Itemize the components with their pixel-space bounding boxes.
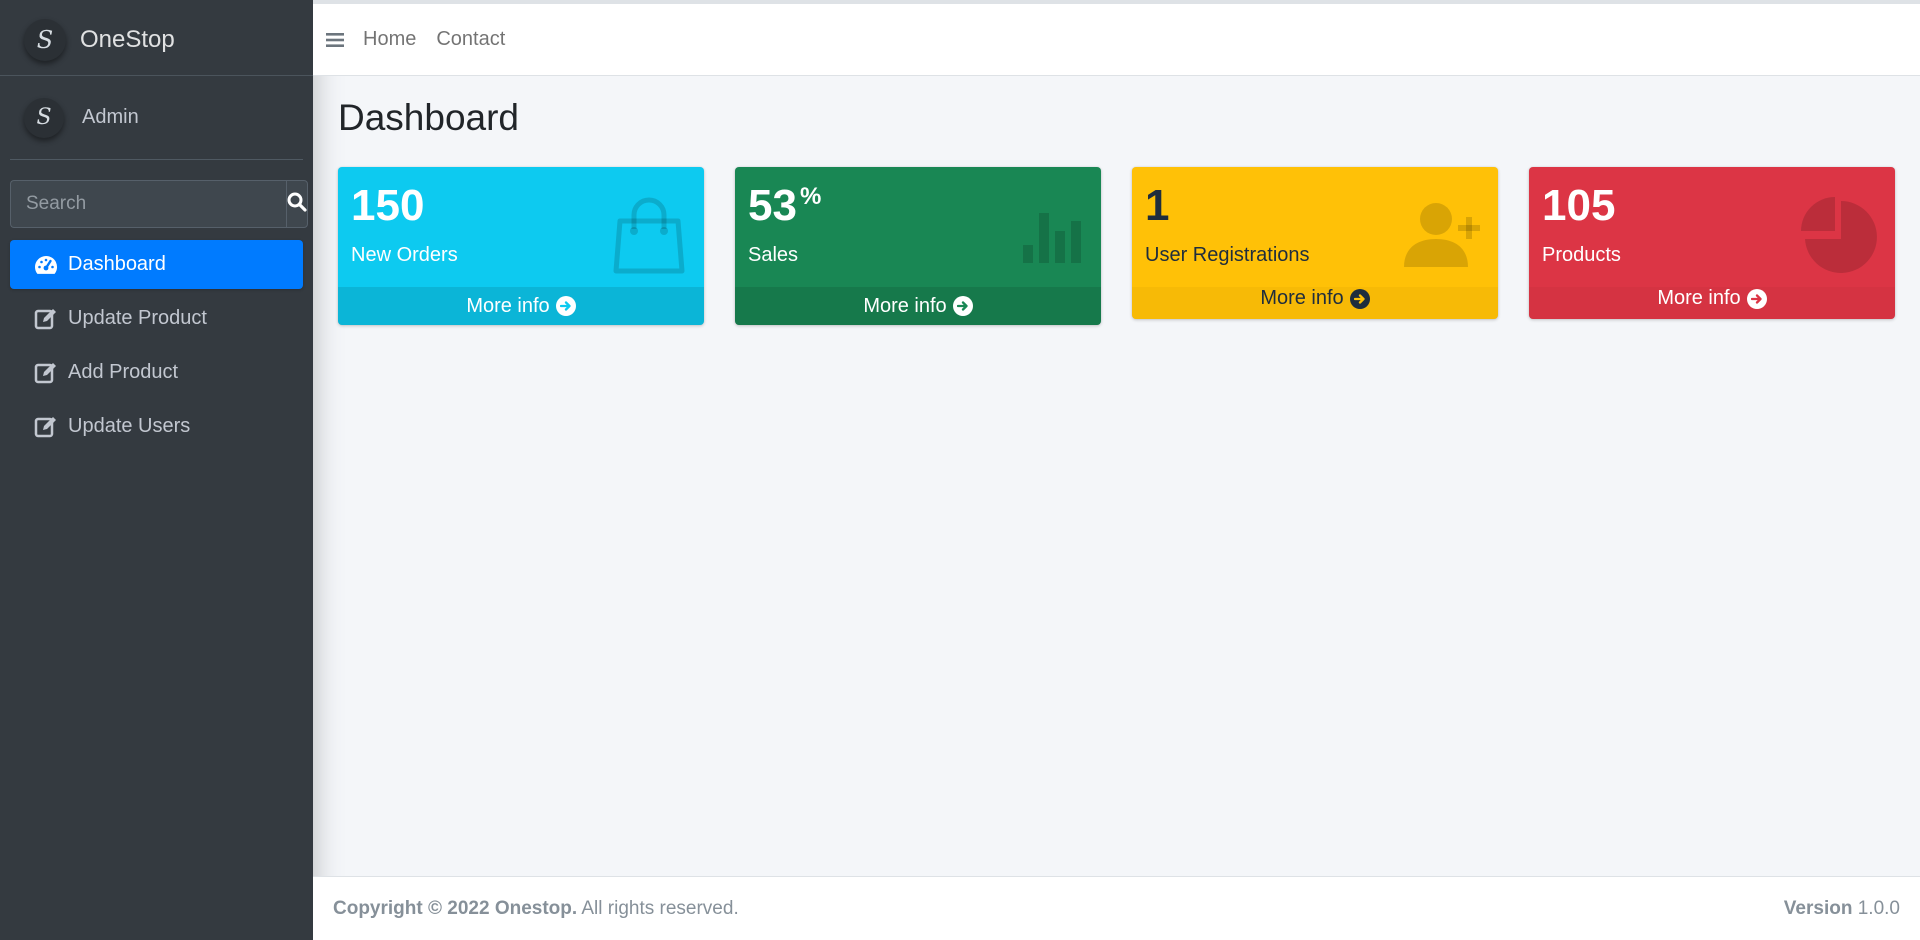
sidebar-search	[10, 180, 308, 228]
nav-link-home[interactable]: Home	[363, 28, 416, 51]
sidebar-item-update-users[interactable]: Update Users	[10, 402, 303, 451]
brand-logo-glyph: S	[36, 26, 54, 54]
avatar-glyph: S	[36, 105, 52, 130]
more-info-label: More info	[466, 294, 550, 317]
edit-icon	[34, 307, 60, 331]
page-title: Dashboard	[338, 97, 520, 138]
sidebar-item-label: Update Product	[68, 307, 207, 329]
sidebar-item-dashboard[interactable]: Dashboard	[10, 240, 303, 289]
tachometer-icon	[34, 253, 60, 277]
sidebar-item-update-product[interactable]: Update Product	[10, 294, 303, 343]
pie-chart-icon	[1801, 197, 1879, 280]
brand-name: OneStop	[80, 26, 175, 53]
edit-icon	[34, 415, 60, 439]
shopping-bag-icon	[610, 195, 688, 280]
user-plus-icon	[1402, 199, 1482, 274]
version-text: Version 1.0.0	[1784, 898, 1900, 920]
sidebar-item-label: Add Product	[68, 361, 179, 383]
rights-text: All rights reserved.	[577, 897, 739, 919]
arrow-circle-right-icon	[1349, 289, 1370, 309]
stat-suffix: %	[799, 183, 822, 210]
more-info-link[interactable]: More info	[1132, 287, 1498, 319]
edit-icon	[34, 361, 60, 385]
brand-link[interactable]: S OneStop	[0, 0, 313, 76]
avatar[interactable]: S	[24, 97, 64, 138]
search-button[interactable]	[286, 180, 308, 228]
main-footer: Copyright © 2022 Onestop. All rights res…	[313, 876, 1920, 940]
version-label: Version	[1783, 897, 1853, 919]
bar-chart-icon	[1021, 205, 1085, 270]
copyright-text: Copyright © 2022 Onestop. All rights res…	[333, 898, 739, 920]
more-info-label: More info	[863, 294, 947, 317]
arrow-circle-right-icon	[952, 296, 973, 316]
arrow-circle-right-icon	[1746, 289, 1767, 309]
arrow-circle-right-icon	[555, 296, 576, 316]
stat-box-sales: 53% Sales More info	[735, 167, 1101, 325]
brand-logo: S	[24, 19, 66, 61]
more-info-label: More info	[1657, 287, 1741, 309]
more-info-link[interactable]: More info	[338, 287, 704, 325]
search-input[interactable]	[10, 180, 286, 228]
user-panel: S Admin	[10, 76, 303, 160]
nav-link-contact[interactable]: Contact	[436, 28, 505, 51]
sidebar: S OneStop S Admin Dashboard Update Produ…	[0, 0, 313, 940]
hamburger-menu-icon[interactable]	[322, 32, 348, 48]
copyright-strong: Copyright © 2022 Onestop.	[333, 897, 578, 919]
sidebar-nav: Dashboard Update Product Add Product Upd…	[10, 240, 303, 451]
more-info-label: More info	[1260, 287, 1344, 309]
more-info-link[interactable]: More info	[1529, 287, 1895, 319]
sidebar-item-label: Dashboard	[68, 253, 166, 275]
stat-box-new-orders: 150 New Orders More info	[338, 167, 704, 325]
more-info-link[interactable]: More info	[735, 287, 1101, 325]
search-icon	[287, 192, 307, 217]
sidebar-item-add-product[interactable]: Add Product	[10, 348, 303, 397]
stat-box-user-registrations: 1 User Registrations More info	[1132, 167, 1498, 319]
stat-box-products: 105 Products More info	[1529, 167, 1895, 319]
version-number: 1.0.0	[1852, 897, 1900, 919]
user-name-link[interactable]: Admin	[82, 106, 139, 129]
top-navbar: Home Contact	[313, 0, 1920, 76]
sidebar-item-label: Update Users	[68, 415, 191, 437]
